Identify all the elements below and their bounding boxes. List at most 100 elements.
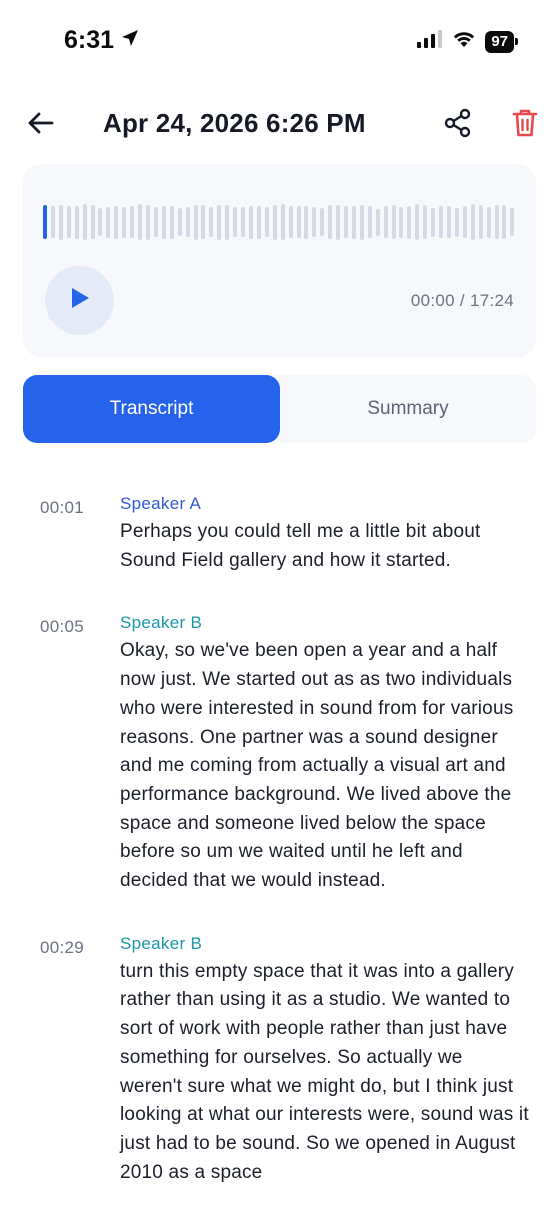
waveform-bar: [510, 208, 515, 236]
tab-transcript[interactable]: Transcript: [23, 375, 280, 443]
view-tabs: Transcript Summary: [23, 375, 536, 443]
delete-button[interactable]: [510, 108, 540, 142]
status-time: 6:31: [64, 26, 115, 54]
battery-indicator: 97: [485, 30, 518, 53]
transcript-entry[interactable]: 00:01 Speaker A Perhaps you could tell m…: [0, 490, 560, 575]
waveform-bar: [161, 205, 166, 239]
waveform-scrubber[interactable]: [43, 201, 515, 243]
current-time: 00:00: [410, 291, 455, 310]
waveform-bar: [130, 206, 135, 238]
waveform-bar: [328, 205, 333, 239]
entry-timestamp[interactable]: 00:01: [40, 498, 84, 518]
tab-summary[interactable]: Summary: [280, 375, 536, 443]
waveform-bar: [415, 204, 420, 240]
share-button[interactable]: [441, 108, 475, 142]
waveform-bar: [185, 207, 190, 237]
wifi-icon: [452, 30, 476, 53]
playhead-bar: [43, 205, 47, 239]
waveform-bar: [82, 204, 87, 240]
waveform-bar: [320, 208, 325, 236]
entry-timestamp[interactable]: 00:05: [40, 617, 84, 637]
waveform-bar: [383, 206, 388, 238]
arrow-left-icon: [27, 111, 55, 140]
page-title: Apr 24, 2026 6:26 PM: [103, 108, 366, 138]
waveform-bar: [494, 205, 499, 239]
transcript-entry[interactable]: 00:29 Speaker B turn this empty space th…: [0, 930, 560, 1188]
waveform-bar: [122, 206, 127, 238]
play-button[interactable]: [45, 266, 114, 335]
waveform-bar: [90, 205, 95, 239]
waveform-bar: [145, 204, 150, 240]
waveform-bar: [367, 206, 372, 238]
waveform-bar: [248, 205, 253, 239]
waveform-bar: [359, 204, 364, 240]
speaker-label: Speaker A: [120, 494, 202, 513]
waveform-bar: [225, 204, 230, 240]
speaker-label: Speaker B: [120, 613, 203, 633]
status-bar: 6:31 97: [0, 0, 560, 86]
cellular-signal-icon: [417, 30, 443, 53]
waveform-bar: [399, 206, 404, 238]
waveform-bar: [407, 205, 412, 239]
entry-text: Okay, so we've been open a year and a ha…: [120, 640, 514, 892]
waveform-bar: [280, 204, 285, 240]
back-button[interactable]: [26, 110, 56, 140]
waveform-bar: [470, 204, 475, 240]
time-separator: /: [454, 291, 470, 310]
waveform-bar: [74, 205, 79, 239]
waveform-bar: [256, 205, 261, 239]
location-arrow-icon: [120, 26, 140, 55]
waveform-bar: [296, 206, 301, 238]
waveform-bar: [391, 205, 396, 239]
waveform-bar: [264, 207, 269, 237]
waveform-bar: [201, 205, 206, 239]
waveform-bar: [423, 205, 428, 239]
waveform-bar: [66, 206, 71, 238]
playback-time: 00:00 / 17:24: [411, 291, 514, 311]
waveform-bar: [217, 204, 222, 240]
waveform-bar: [209, 207, 214, 237]
status-time-group: 6:31: [64, 26, 140, 55]
entry-timestamp[interactable]: 00:29: [40, 938, 84, 958]
waveform-bar: [241, 207, 246, 237]
waveform-bar: [447, 206, 452, 238]
waveform-bar: [375, 208, 380, 236]
waveform-bar: [336, 204, 341, 240]
waveform-bar: [169, 205, 174, 239]
waveform-bar: [312, 207, 317, 237]
transcript-entry[interactable]: 00:05 Speaker B Okay, so we've been open…: [0, 609, 560, 895]
waveform-bar: [439, 206, 444, 238]
waveform-bar: [106, 206, 111, 238]
transcript-list: 00:01 Speaker A Perhaps you could tell m…: [0, 490, 560, 1214]
waveform-bar: [98, 208, 103, 236]
waveform-bar: [153, 207, 158, 237]
status-indicators: 97: [417, 30, 518, 53]
waveform-bar: [304, 205, 309, 239]
waveform-bar: [50, 206, 55, 238]
entry-text: Perhaps you could tell me a little bit a…: [120, 521, 481, 571]
audio-player-card: 00:00 / 17:24: [23, 164, 536, 357]
waveform-bar: [502, 205, 507, 239]
share-icon: [443, 108, 473, 143]
waveform-bar: [193, 204, 198, 240]
total-duration: 17:24: [469, 291, 514, 310]
waveform-bar: [486, 206, 491, 238]
play-icon: [69, 286, 91, 315]
recording-header: Apr 24, 2026 6:26 PM: [0, 100, 560, 150]
entry-text: turn this empty space that it was into a…: [120, 960, 529, 1183]
waveform-bar: [233, 207, 238, 237]
waveform-bar: [454, 207, 459, 237]
waveform-bar: [462, 206, 467, 238]
waveform-bar: [114, 205, 119, 239]
waveform-bar: [431, 207, 436, 237]
waveform-bar: [344, 206, 349, 238]
trash-icon: [512, 108, 538, 143]
speaker-label: Speaker B: [120, 933, 203, 953]
waveform-bar: [288, 206, 293, 238]
waveform-bar: [58, 204, 63, 240]
waveform-bar: [177, 208, 182, 236]
waveform-bar: [272, 204, 277, 240]
waveform-bar: [138, 204, 143, 240]
waveform-bar: [478, 205, 483, 239]
waveform-bar: [351, 205, 356, 239]
